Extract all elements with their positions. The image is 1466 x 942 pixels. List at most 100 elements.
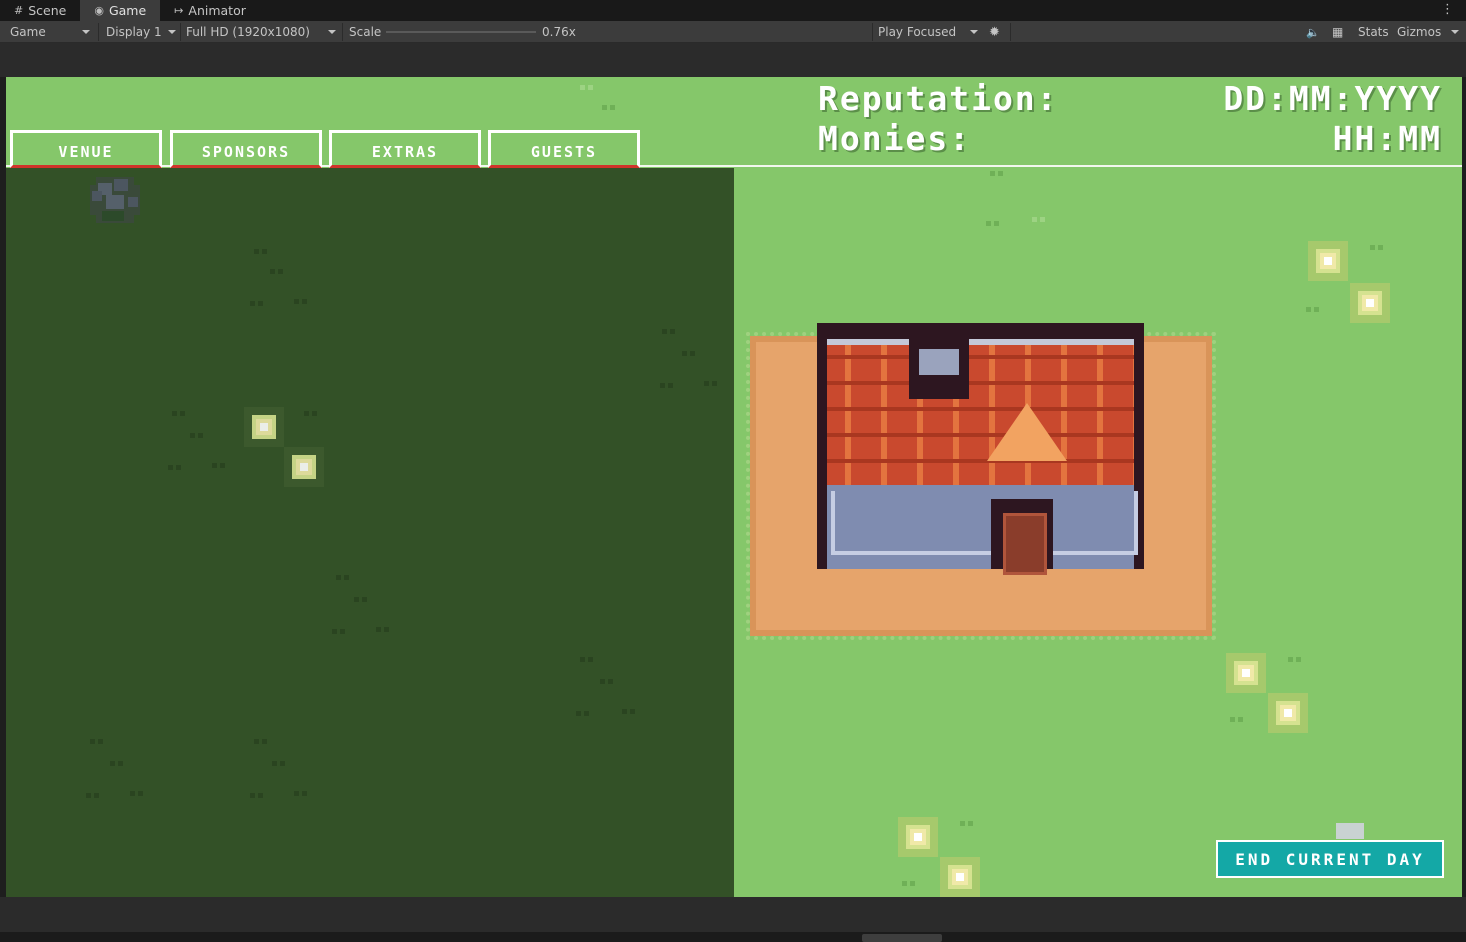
mute-audio-icon[interactable]: 🔈 (1306, 21, 1320, 43)
house-gable (987, 403, 1067, 461)
tab-venue-label: VENUE (58, 143, 114, 161)
gizmos-label: Gizmos (1397, 25, 1442, 39)
view-mode-dropdown[interactable]: Game (10, 21, 94, 43)
flower-sprite (940, 857, 980, 897)
grass-tuft (1288, 657, 1302, 665)
keyboard-icon[interactable]: ▦ (1332, 21, 1343, 43)
grass-tuft (294, 791, 308, 799)
roof-ridge (827, 339, 1134, 345)
grass-tuft (902, 881, 916, 889)
divider (180, 23, 181, 41)
house-roof (827, 339, 1134, 485)
flower-sprite (284, 447, 324, 487)
divider (342, 23, 343, 41)
scale-value: 0.76x (542, 21, 576, 43)
grass-tuft (270, 269, 284, 277)
grass-tuft (662, 329, 676, 337)
date-display: DD:MM:YYYY (1223, 79, 1442, 118)
flower-sprite (1308, 241, 1348, 281)
grass-tuft (254, 249, 268, 257)
more-options-icon[interactable]: ⋮ (1441, 2, 1454, 17)
end-current-day-button[interactable]: END CURRENT DAY (1216, 840, 1444, 878)
tab-venue[interactable]: VENUE (10, 130, 162, 168)
rock-sprite (84, 169, 146, 231)
venue-house-sprite[interactable] (817, 323, 1144, 575)
tab-game-label: Game (108, 3, 147, 18)
gizmos-dropdown[interactable]: Gizmos (1397, 21, 1463, 43)
tab-scene-label: Scene (28, 3, 67, 18)
reputation-label: Reputation: (818, 79, 1059, 118)
tab-guests[interactable]: GUESTS (488, 130, 640, 168)
scale-label-text: Scale (349, 25, 382, 39)
grass-tuft (580, 657, 594, 665)
gamepad-icon: ◉ (94, 4, 104, 17)
end-current-day-label: END CURRENT DAY (1235, 849, 1425, 869)
scale-label: Scale (349, 21, 381, 43)
game-view-margin-top (0, 43, 1466, 77)
scale-slider[interactable] (386, 31, 536, 33)
grass-tuft (272, 761, 286, 769)
flower-sprite (1226, 653, 1266, 693)
grid-icon: # (14, 4, 24, 17)
flower-sprite (1268, 693, 1308, 733)
scale-value-text: 0.76x (542, 25, 576, 39)
tab-animator[interactable]: ↦ Animator (160, 0, 260, 21)
editor-tab-bar: # Scene ◉ Game ↦ Animator (0, 0, 1466, 21)
grass-tuft (172, 411, 186, 419)
game-viewport: VENUE SPONSORS EXTRAS GUESTS Reputation:… (6, 77, 1462, 897)
grass-tuft (986, 221, 1000, 229)
flower-sprite (1350, 283, 1390, 323)
grass-tuft (294, 299, 308, 307)
tab-sponsors[interactable]: SPONSORS (170, 130, 322, 168)
grass-tuft (250, 793, 264, 801)
grass-tuft (960, 821, 974, 829)
grass-tuft (1032, 217, 1046, 225)
play-mode-value: Play Focused (878, 25, 957, 39)
grass-tuft (602, 105, 616, 113)
grass-tuft (1370, 245, 1384, 253)
bug-icon[interactable]: ✹ (989, 21, 1000, 43)
grass-tuft (682, 351, 696, 359)
grass-tuft (622, 709, 636, 717)
play-mode-dropdown[interactable]: Play Focused (878, 21, 982, 43)
grass-tuft (254, 739, 268, 747)
resolution-value: Full HD (1920x1080) (186, 25, 310, 39)
rock-sprite (1336, 823, 1364, 839)
house-chimney (909, 339, 969, 399)
tab-sponsors-label: SPONSORS (201, 143, 291, 161)
tab-animator-label: Animator (188, 3, 246, 18)
scrollbar-thumb[interactable] (862, 934, 942, 942)
tab-extras-label: EXTRAS (371, 143, 439, 161)
grass-tuft (332, 629, 346, 637)
grass-tuft (376, 627, 390, 635)
resolution-dropdown[interactable]: Full HD (1920x1080) (186, 21, 340, 43)
tab-scene[interactable]: # Scene (0, 0, 80, 21)
tab-extras[interactable]: EXTRAS (329, 130, 481, 168)
grass-tuft (336, 575, 350, 583)
tab-guests-label: GUESTS (530, 143, 598, 161)
animator-icon: ↦ (174, 4, 184, 17)
roof-shingles (827, 339, 1134, 485)
monies-label: Monies: (818, 119, 972, 158)
status-strip (0, 932, 1466, 942)
display-value: Display 1 (106, 25, 162, 39)
grass-tuft (250, 301, 264, 309)
flower-sprite (898, 817, 938, 857)
grass-tuft (110, 761, 124, 769)
display-dropdown[interactable]: Display 1 (106, 21, 180, 43)
grass-tuft (130, 791, 144, 799)
tab-game[interactable]: ◉ Game (80, 0, 161, 21)
grass-tuft (580, 85, 594, 93)
grass-tuft (304, 411, 318, 419)
flower-sprite (244, 407, 284, 447)
divider (1010, 23, 1011, 41)
stats-button[interactable]: Stats (1358, 21, 1389, 43)
grass-tuft (1306, 307, 1320, 315)
grass-tuft (354, 597, 368, 605)
grass-tuft (168, 465, 182, 473)
game-view-toolbar: Game Display 1 Full HD (1920x1080) Scale… (0, 21, 1466, 43)
management-panel (6, 168, 734, 897)
grass-tuft (86, 793, 100, 801)
grass-tuft (576, 711, 590, 719)
stats-label: Stats (1358, 25, 1389, 39)
